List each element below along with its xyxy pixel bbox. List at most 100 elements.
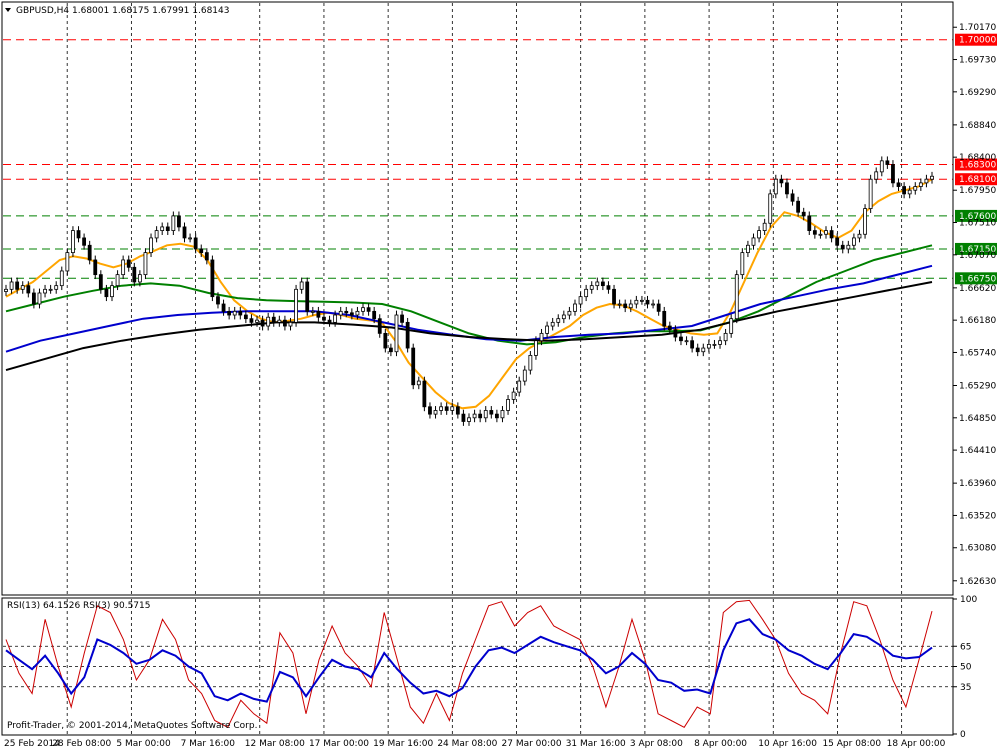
candle-body [316, 310, 321, 318]
x-tick-label: 15 Apr 08:00 [822, 739, 881, 749]
candle-body [110, 285, 114, 298]
candle-body [718, 340, 722, 345]
candle-body [645, 299, 650, 305]
candle-body [896, 182, 901, 187]
candle-body [416, 380, 421, 386]
candle-body [489, 410, 494, 415]
candle-body [188, 237, 192, 240]
candle-body [550, 321, 555, 327]
candle-body [640, 299, 644, 302]
candle-body [20, 285, 25, 290]
candle-body [461, 413, 466, 422]
candle-body [394, 314, 399, 353]
candle-body [651, 303, 655, 306]
y-tick-label: 1.62630 [959, 577, 996, 587]
candle-body [684, 340, 689, 343]
candle-body [433, 410, 438, 415]
candle-body [606, 285, 611, 290]
candle-body [679, 336, 683, 342]
candle-body [623, 303, 628, 309]
candle-body [389, 347, 393, 353]
candle-body [673, 329, 678, 338]
candle-body [500, 410, 505, 419]
candle-body [288, 321, 293, 327]
candle-body [656, 303, 661, 312]
x-tick-label: 5 Mar 00:00 [116, 739, 171, 749]
y-tick-label: 1.65290 [959, 381, 996, 391]
candle-body [796, 200, 801, 213]
candle-body [595, 281, 600, 287]
candle-body [160, 226, 165, 231]
candle-body [455, 406, 460, 415]
candle-body [723, 332, 728, 342]
candle-body [729, 318, 734, 334]
candle-body [48, 288, 53, 291]
candle-body [517, 380, 522, 393]
price-chart[interactable]: 1.700001.683001.681001.676001.671501.667… [0, 0, 1000, 750]
y-tick-label: 1.68840 [959, 121, 996, 131]
candle-body [734, 274, 739, 320]
candle-body [93, 259, 98, 276]
candle-body [216, 296, 220, 305]
chart-title: GBPUSD,H4 1.68001 1.68175 1.67991 1.6814… [16, 6, 229, 16]
y-tick-label: 1.64410 [959, 446, 996, 456]
candle-body [612, 288, 616, 305]
candle-body [634, 299, 639, 305]
candle-body [199, 248, 204, 254]
candle-body [751, 237, 756, 246]
x-tick-label: 18 Apr 00:00 [887, 739, 946, 749]
candle-body [333, 314, 338, 323]
y-tick-label: 1.63520 [959, 511, 996, 521]
y-tick-label: 1.64850 [959, 414, 996, 424]
candle-body [59, 270, 64, 287]
candle-body [411, 347, 416, 386]
candle-body [54, 285, 59, 290]
candle-body [868, 178, 873, 209]
candle-body [372, 310, 377, 320]
candle-body [115, 274, 120, 287]
candle-body [405, 321, 410, 349]
candle-body [355, 310, 360, 316]
candle-body [913, 186, 918, 191]
candle-body [87, 244, 92, 261]
copyright-watermark: Profit-Trader, © 2001-2014, MetaQuotes S… [7, 721, 257, 731]
candle-body [210, 259, 215, 298]
x-tick-label: 12 Mar 08:00 [245, 739, 305, 749]
y-tick-label: 1.69730 [959, 56, 996, 66]
candle-body [400, 314, 404, 323]
candle-body [344, 310, 349, 314]
x-tick-label: 10 Apr 16:00 [758, 739, 817, 749]
candle-body [104, 288, 109, 298]
candle-body [885, 160, 890, 165]
candle-body [71, 230, 75, 254]
candle-body [801, 211, 806, 217]
candle-body [9, 281, 14, 290]
candle-body [740, 252, 745, 276]
candle-body [283, 319, 287, 327]
candle-body [773, 178, 778, 195]
candle-body [327, 319, 332, 323]
candle-body [243, 314, 248, 320]
x-tick-label: 7 Mar 16:00 [181, 739, 236, 749]
candle-body [171, 215, 176, 231]
candle-body [840, 244, 845, 250]
candle-body [852, 237, 856, 246]
level-price-label: 1.66750 [959, 274, 996, 284]
candle-body [924, 178, 929, 184]
candle-body [628, 303, 633, 309]
x-tick-label: 31 Mar 16:00 [566, 739, 626, 749]
x-tick-label: 3 Apr 08:00 [630, 739, 683, 749]
candle-body [266, 316, 271, 327]
candle-body [762, 222, 767, 231]
rsi-y-tick-label: 0 [960, 730, 966, 740]
candle-body [589, 285, 594, 290]
rsi-y-tick-label: 50 [960, 663, 972, 673]
rsi-title: RSI(13) 64.1526 RSI(3) 90.5715 [7, 601, 150, 611]
y-tick-label: 1.67070 [959, 251, 996, 261]
candle-body [478, 413, 483, 419]
candle-body [165, 226, 170, 231]
candle-body [4, 288, 8, 292]
candle-body [383, 332, 388, 349]
candle-body [902, 186, 907, 195]
candle-body [494, 413, 499, 419]
